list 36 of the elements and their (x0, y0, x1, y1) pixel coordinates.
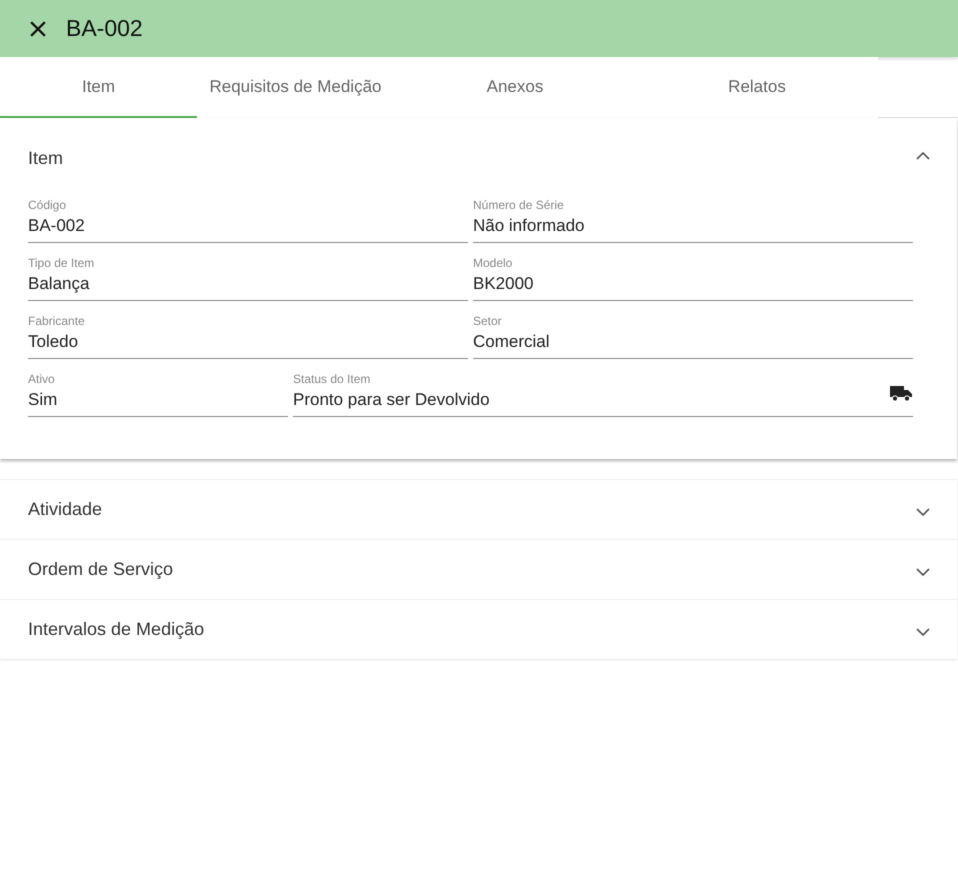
field-label: Tipo de Item (28, 256, 96, 270)
panel-title: Intervalos de Medição (28, 619, 204, 640)
field-label: Fabricante (28, 314, 86, 328)
field-value: BK2000 (473, 274, 534, 294)
field-value: Pronto para ser Devolvido (293, 390, 490, 410)
field-value: Balança (28, 274, 90, 294)
chevron-up-icon[interactable] (916, 150, 930, 160)
input-field[interactable]: Tipo de Item Balança (28, 256, 468, 301)
chevron-down-icon[interactable] (916, 628, 930, 637)
close-icon (30, 20, 46, 36)
panel-title: Ordem de Serviço (28, 559, 174, 580)
field-value: Toledo (28, 332, 78, 352)
chevron-down-icon[interactable] (916, 508, 930, 517)
input-field[interactable]: Setor Comercial (473, 314, 913, 359)
panel-title: Atividade (28, 499, 102, 520)
field-label: Ativo (28, 372, 56, 386)
field-label: Número de Série (473, 198, 565, 212)
input-field[interactable]: Fabricante Toledo (28, 314, 468, 359)
field-value: BA-002 (28, 216, 85, 236)
field-label: Modelo (473, 256, 514, 270)
panel-title: Item (28, 148, 64, 168)
field-value: Sim (28, 390, 58, 410)
chevron-down-icon[interactable] (916, 568, 930, 577)
window-title: BA-002 (66, 15, 143, 42)
input-field[interactable]: Número de Série Não informado (473, 198, 913, 243)
field-label: Código (28, 198, 68, 212)
field-label: Setor (473, 314, 503, 328)
field-label: Status do Item (293, 372, 372, 386)
close-button[interactable] (28, 18, 48, 38)
input-field[interactable]: Modelo BK2000 (473, 256, 913, 301)
input-field[interactable]: Código BA-002 (28, 198, 468, 243)
field-value: Comercial (473, 332, 550, 352)
input-field[interactable]: Status do Item Pronto para ser Devolvido (293, 372, 913, 417)
field-value: Não informado (473, 216, 585, 236)
input-field[interactable]: Ativo Sim (28, 372, 288, 417)
truck-icon (889, 384, 913, 402)
